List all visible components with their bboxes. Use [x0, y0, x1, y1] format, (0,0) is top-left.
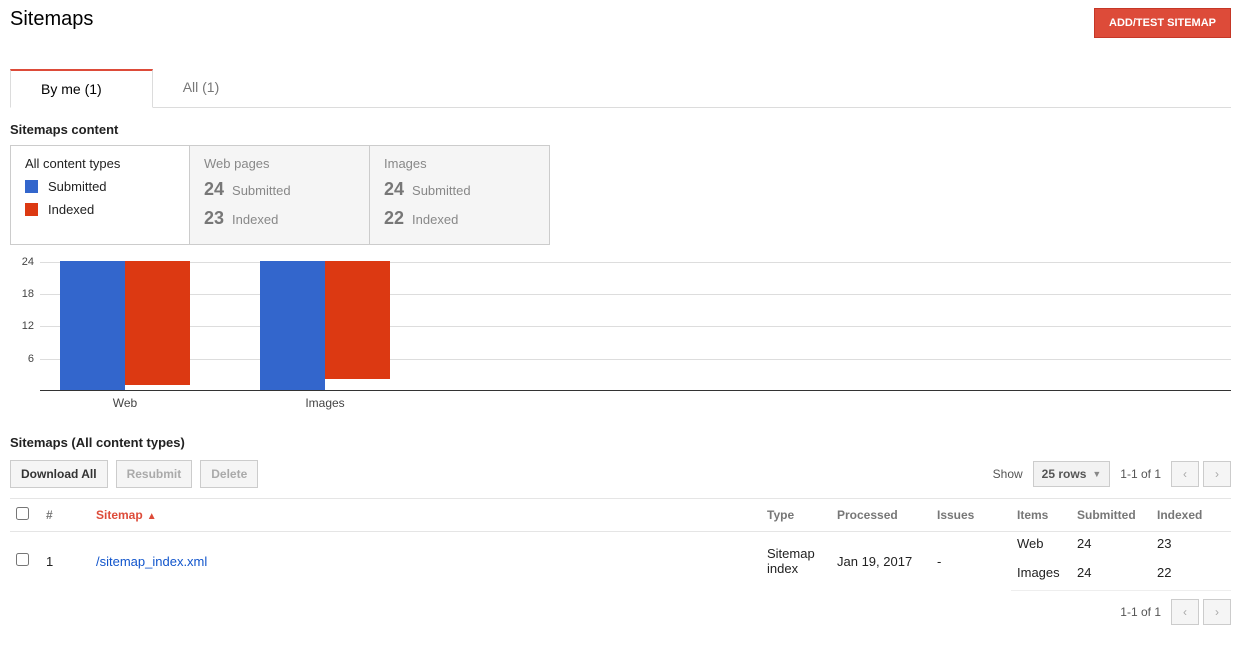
stats-web-indexed-num: 23 — [204, 208, 224, 229]
tab-by-me[interactable]: By me (1) — [10, 69, 153, 108]
cell-sub-web: 24 — [1071, 532, 1151, 556]
y-tick: 12 — [22, 320, 34, 332]
sitemaps-table-heading: Sitemaps (All content types) — [10, 435, 1231, 450]
stats-images-indexed-num: 22 — [384, 208, 404, 229]
cell-processed: Jan 19, 2017 — [831, 532, 931, 591]
stats-web[interactable]: Web pages 24 Submitted 23 Indexed — [190, 145, 370, 245]
cell-idx-web: 23 — [1151, 532, 1231, 556]
chevron-right-icon: › — [1215, 605, 1219, 619]
bar-chart: 6 12 18 24 Web Images — [10, 251, 1231, 421]
cell-type: Sitemap index — [761, 532, 831, 591]
col-submitted[interactable]: Submitted — [1071, 499, 1151, 532]
chevron-left-icon: ‹ — [1183, 467, 1187, 481]
table-toolbar: Download All Resubmit Delete Show 25 row… — [10, 460, 1231, 488]
prev-page-button-bottom[interactable]: ‹ — [1171, 599, 1199, 625]
cell-issues: - — [931, 532, 1011, 591]
cell-items-images: Images — [1011, 555, 1071, 591]
legend-swatch-submitted — [25, 180, 38, 193]
cell-idx-images: 22 — [1151, 555, 1231, 591]
table-row: 1 /sitemap_index.xml Sitemap index Jan 1… — [10, 532, 1231, 556]
bar — [260, 261, 325, 390]
y-tick: 24 — [22, 256, 34, 268]
prev-page-button[interactable]: ‹ — [1171, 461, 1199, 487]
cell-sub-images: 24 — [1071, 555, 1151, 591]
legend-indexed-label: Indexed — [48, 202, 94, 217]
next-page-button[interactable]: › — [1203, 461, 1231, 487]
row-checkbox[interactable] — [16, 553, 29, 566]
stats-web-indexed-label: Indexed — [232, 212, 278, 227]
col-items[interactable]: Items — [1011, 499, 1071, 532]
x-label: Images — [260, 396, 390, 410]
legend-box: All content types Submitted Indexed — [10, 145, 190, 245]
stats-web-submitted-label: Submitted — [232, 183, 291, 198]
col-sitemap-label: Sitemap — [96, 508, 143, 522]
stats-web-title: Web pages — [204, 156, 355, 171]
select-all-checkbox[interactable] — [16, 507, 29, 520]
sort-asc-icon: ▲ — [147, 511, 157, 522]
rows-select[interactable]: 25 rows ▼ — [1033, 461, 1111, 487]
legend-indexed: Indexed — [25, 202, 175, 217]
stats-images-submitted-label: Submitted — [412, 183, 471, 198]
next-page-button-bottom[interactable]: › — [1203, 599, 1231, 625]
stats-web-submitted-num: 24 — [204, 179, 224, 200]
stats-images[interactable]: Images 24 Submitted 22 Indexed — [370, 145, 550, 245]
col-indexed[interactable]: Indexed — [1151, 499, 1231, 532]
add-test-sitemap-button[interactable]: ADD/TEST SITEMAP — [1094, 8, 1231, 38]
col-type[interactable]: Type — [761, 499, 831, 532]
y-tick: 18 — [22, 288, 34, 300]
download-all-button[interactable]: Download All — [10, 460, 108, 488]
col-issues[interactable]: Issues — [931, 499, 1011, 532]
resubmit-button[interactable]: Resubmit — [116, 460, 193, 488]
legend-submitted: Submitted — [25, 179, 175, 194]
cell-num: 1 — [40, 532, 90, 591]
legend-title: All content types — [25, 156, 175, 171]
sitemap-link[interactable]: /sitemap_index.xml — [96, 554, 207, 569]
page-info-top: 1-1 of 1 — [1120, 467, 1161, 481]
col-processed[interactable]: Processed — [831, 499, 931, 532]
tabs: By me (1) All (1) — [10, 68, 1231, 108]
tab-all[interactable]: All (1) — [153, 69, 270, 108]
col-num[interactable]: # — [40, 499, 90, 532]
stats-images-submitted-num: 24 — [384, 179, 404, 200]
bar — [125, 261, 190, 385]
x-label: Web — [60, 396, 190, 410]
bar — [60, 261, 125, 390]
legend-submitted-label: Submitted — [48, 179, 107, 194]
page-info-bottom: 1-1 of 1 — [1120, 605, 1161, 619]
bottom-pager: 1-1 of 1 ‹ › — [10, 599, 1231, 625]
delete-button[interactable]: Delete — [200, 460, 258, 488]
stats-images-indexed-label: Indexed — [412, 212, 458, 227]
rows-select-value: 25 rows — [1042, 467, 1087, 481]
page-title: Sitemaps — [10, 8, 93, 31]
caret-down-icon: ▼ — [1092, 469, 1101, 479]
y-tick: 6 — [28, 353, 34, 365]
cell-items-web: Web — [1011, 532, 1071, 556]
stats-images-title: Images — [384, 156, 535, 171]
stats-row: All content types Submitted Indexed Web … — [10, 145, 1231, 245]
bar — [325, 261, 390, 379]
chevron-right-icon: › — [1215, 467, 1219, 481]
show-label: Show — [993, 467, 1023, 481]
col-sitemap[interactable]: Sitemap ▲ — [90, 499, 761, 532]
legend-swatch-indexed — [25, 203, 38, 216]
sitemaps-content-heading: Sitemaps content — [10, 122, 1231, 137]
sitemaps-table: # Sitemap ▲ Type Processed Issues Items S… — [10, 498, 1231, 591]
chevron-left-icon: ‹ — [1183, 605, 1187, 619]
bar-group — [260, 261, 390, 390]
bar-group — [60, 261, 190, 390]
